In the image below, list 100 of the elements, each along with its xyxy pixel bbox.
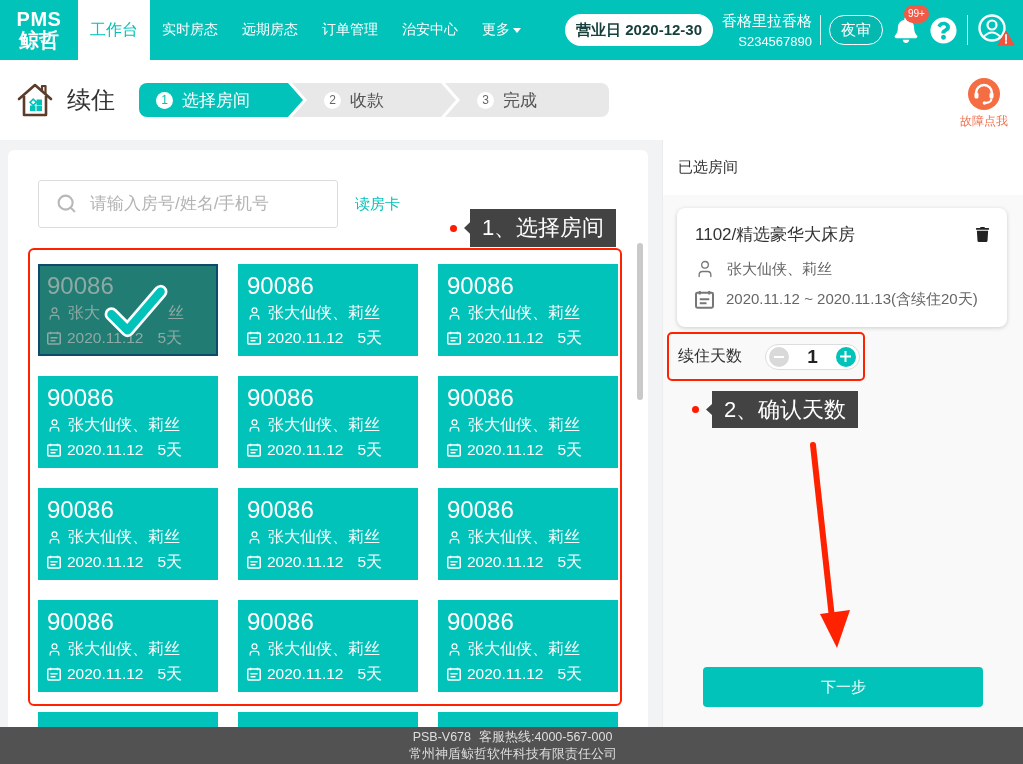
calendar-icon [447, 555, 461, 569]
room-number: 90086 [47, 497, 115, 523]
trash-icon[interactable] [975, 227, 990, 242]
night-audit-button[interactable]: 夜审 [829, 15, 883, 45]
room-card[interactable]: 90086 张大仙侠、莉丝 2020.11.12 5天 [238, 600, 418, 692]
next-step-button[interactable]: 下一步 [703, 667, 983, 707]
stay-date: 2020.11.12 [67, 440, 144, 460]
room-number: 90086 [447, 273, 515, 299]
support-button[interactable]: 故障点我 [960, 78, 1008, 130]
step-number: 3 [477, 91, 494, 109]
person-icon [47, 305, 62, 321]
guest-names: 张大仙侠、莉丝 [268, 527, 380, 547]
room-card[interactable]: 90086 张大仙侠、莉丝 2020.11.12 5天 [38, 376, 218, 468]
room-number: 90086 [247, 497, 315, 523]
nav-tab[interactable]: 远期房态 [230, 0, 310, 60]
calendar-icon [695, 290, 714, 309]
stay-nights: 5天 [357, 664, 383, 684]
stay-date: 2020.11.12 [267, 664, 344, 684]
guest-names: 张大仙侠、莉丝 [268, 639, 380, 659]
bell-icon[interactable] [893, 17, 919, 43]
business-date-chip: 营业日 2020-12-30 [565, 14, 713, 46]
stay-date: 2020.11.12 [467, 552, 544, 572]
room-number: 90086 [247, 609, 315, 635]
stay-period: 2020.11.12 ~ 2020.11.13(含续住20天) [726, 290, 978, 309]
room-card[interactable]: 90086 张大仙侠、莉丝 2020.11.12 5天 [238, 376, 418, 468]
calendar-icon [247, 331, 261, 345]
help-icon[interactable] [930, 16, 957, 44]
pointer-dot-icon [692, 406, 699, 413]
guest-names: 张大仙侠、莉丝 [468, 527, 580, 547]
person-icon [247, 641, 262, 657]
room-number: 90086 [47, 385, 115, 411]
person-icon [447, 529, 462, 545]
room-card[interactable]: 90086 张大仙侠、莉丝 2020.11.12 5天 [38, 488, 218, 580]
nav-tab[interactable]: 实时房态 [150, 0, 230, 60]
stay-nights: 5天 [557, 440, 583, 460]
guest-names: 张大仙侠、莉丝 [468, 303, 580, 323]
calendar-icon [47, 555, 61, 569]
page-title: 续住 [67, 85, 115, 115]
room-title: 1102/精选豪华大床房 [695, 224, 856, 246]
person-icon [47, 529, 62, 545]
person-icon [247, 529, 262, 545]
headset-icon [968, 78, 1000, 110]
scrollbar-thumb[interactable] [637, 243, 643, 400]
logo-text: PMS [16, 9, 62, 30]
stay-date: 2020.11.12 [467, 328, 544, 348]
stay-date: 2020.11.12 [67, 328, 144, 348]
person-icon [47, 641, 62, 657]
logo-text: 鲸哲 [18, 30, 60, 51]
room-card[interactable]: 90086 张大仙侠、莉丝 2020.11.12 5天 [438, 600, 618, 692]
stay-nights: 5天 [357, 328, 383, 348]
stay-nights: 5天 [557, 664, 583, 684]
stay-date: 2020.11.12 [67, 664, 144, 684]
step-number: 2 [324, 91, 341, 109]
calendar-icon [247, 667, 261, 681]
house-icon [17, 82, 53, 118]
room-card[interactable]: 90086 张大仙侠、莉丝 2020.11.12 5天 [38, 600, 218, 692]
days-stepper[interactable]: 1 [765, 343, 860, 370]
guest-names: 张大仙侠、莉丝 [68, 527, 180, 547]
search-field[interactable]: 请输入房号/姓名/手机号 [38, 180, 338, 228]
user-alert-icon[interactable] [977, 14, 1015, 46]
nav-tab[interactable]: 更多 [470, 0, 533, 60]
stay-nights: 5天 [157, 440, 183, 460]
room-number: 90086 [47, 273, 115, 299]
plus-button[interactable] [836, 346, 856, 367]
calendar-icon [247, 555, 261, 569]
stay-date: 2020.11.12 [267, 328, 344, 348]
guest-names: 张大仙侠、莉丝 [268, 415, 380, 435]
annotation-callout: 1、选择房间 [464, 209, 617, 247]
service-hotline: 客服热线:4000-567-000 [479, 728, 613, 746]
stay-nights: 5天 [157, 664, 183, 684]
hotel-code: S234567890 [738, 32, 812, 50]
notification-badge: 99+ [904, 5, 929, 23]
room-card[interactable]: 90086 张大 丝 2020.11.12 5天 [38, 264, 218, 356]
room-card[interactable]: 90086 张大仙侠、莉丝 2020.11.12 5天 [438, 264, 618, 356]
calendar-icon [447, 443, 461, 457]
stay-nights: 5天 [557, 552, 583, 572]
build-version: PSB-V678 [412, 728, 471, 746]
nav-tab[interactable]: 工作台 [78, 0, 150, 60]
company-name: 常州神盾鲸哲软件科技有限责任公司 [408, 745, 617, 763]
room-card[interactable]: 90086 张大仙侠、莉丝 2020.11.12 5天 [438, 488, 618, 580]
guest-names: 张大仙侠、莉丝 [468, 639, 580, 659]
hotel-name: 香格里拉香格 [722, 10, 812, 30]
room-card[interactable]: 90086 张大仙侠、莉丝 2020.11.12 5天 [438, 376, 618, 468]
person-icon [447, 417, 462, 433]
room-number: 90086 [447, 609, 515, 635]
stay-nights: 5天 [357, 552, 383, 572]
calendar-icon [247, 443, 261, 457]
room-number: 90086 [447, 385, 515, 411]
room-card[interactable]: 90086 张大仙侠、莉丝 2020.11.12 5天 [238, 264, 418, 356]
nav-tab[interactable]: 订单管理 [310, 0, 390, 60]
read-card-link[interactable]: 读房卡 [355, 194, 400, 214]
step-label: 选择房间 [182, 89, 250, 112]
stay-date: 2020.11.12 [67, 552, 144, 572]
room-number: 90086 [447, 497, 515, 523]
nav-tab[interactable]: 治安中心 [390, 0, 470, 60]
room-card[interactable]: 90086 张大仙侠、莉丝 2020.11.12 5天 [238, 488, 418, 580]
calendar-icon [47, 331, 61, 345]
guest-names: 张大仙侠、莉丝 [468, 415, 580, 435]
room-number: 90086 [247, 385, 315, 411]
guest-names: 张大 [68, 303, 100, 323]
